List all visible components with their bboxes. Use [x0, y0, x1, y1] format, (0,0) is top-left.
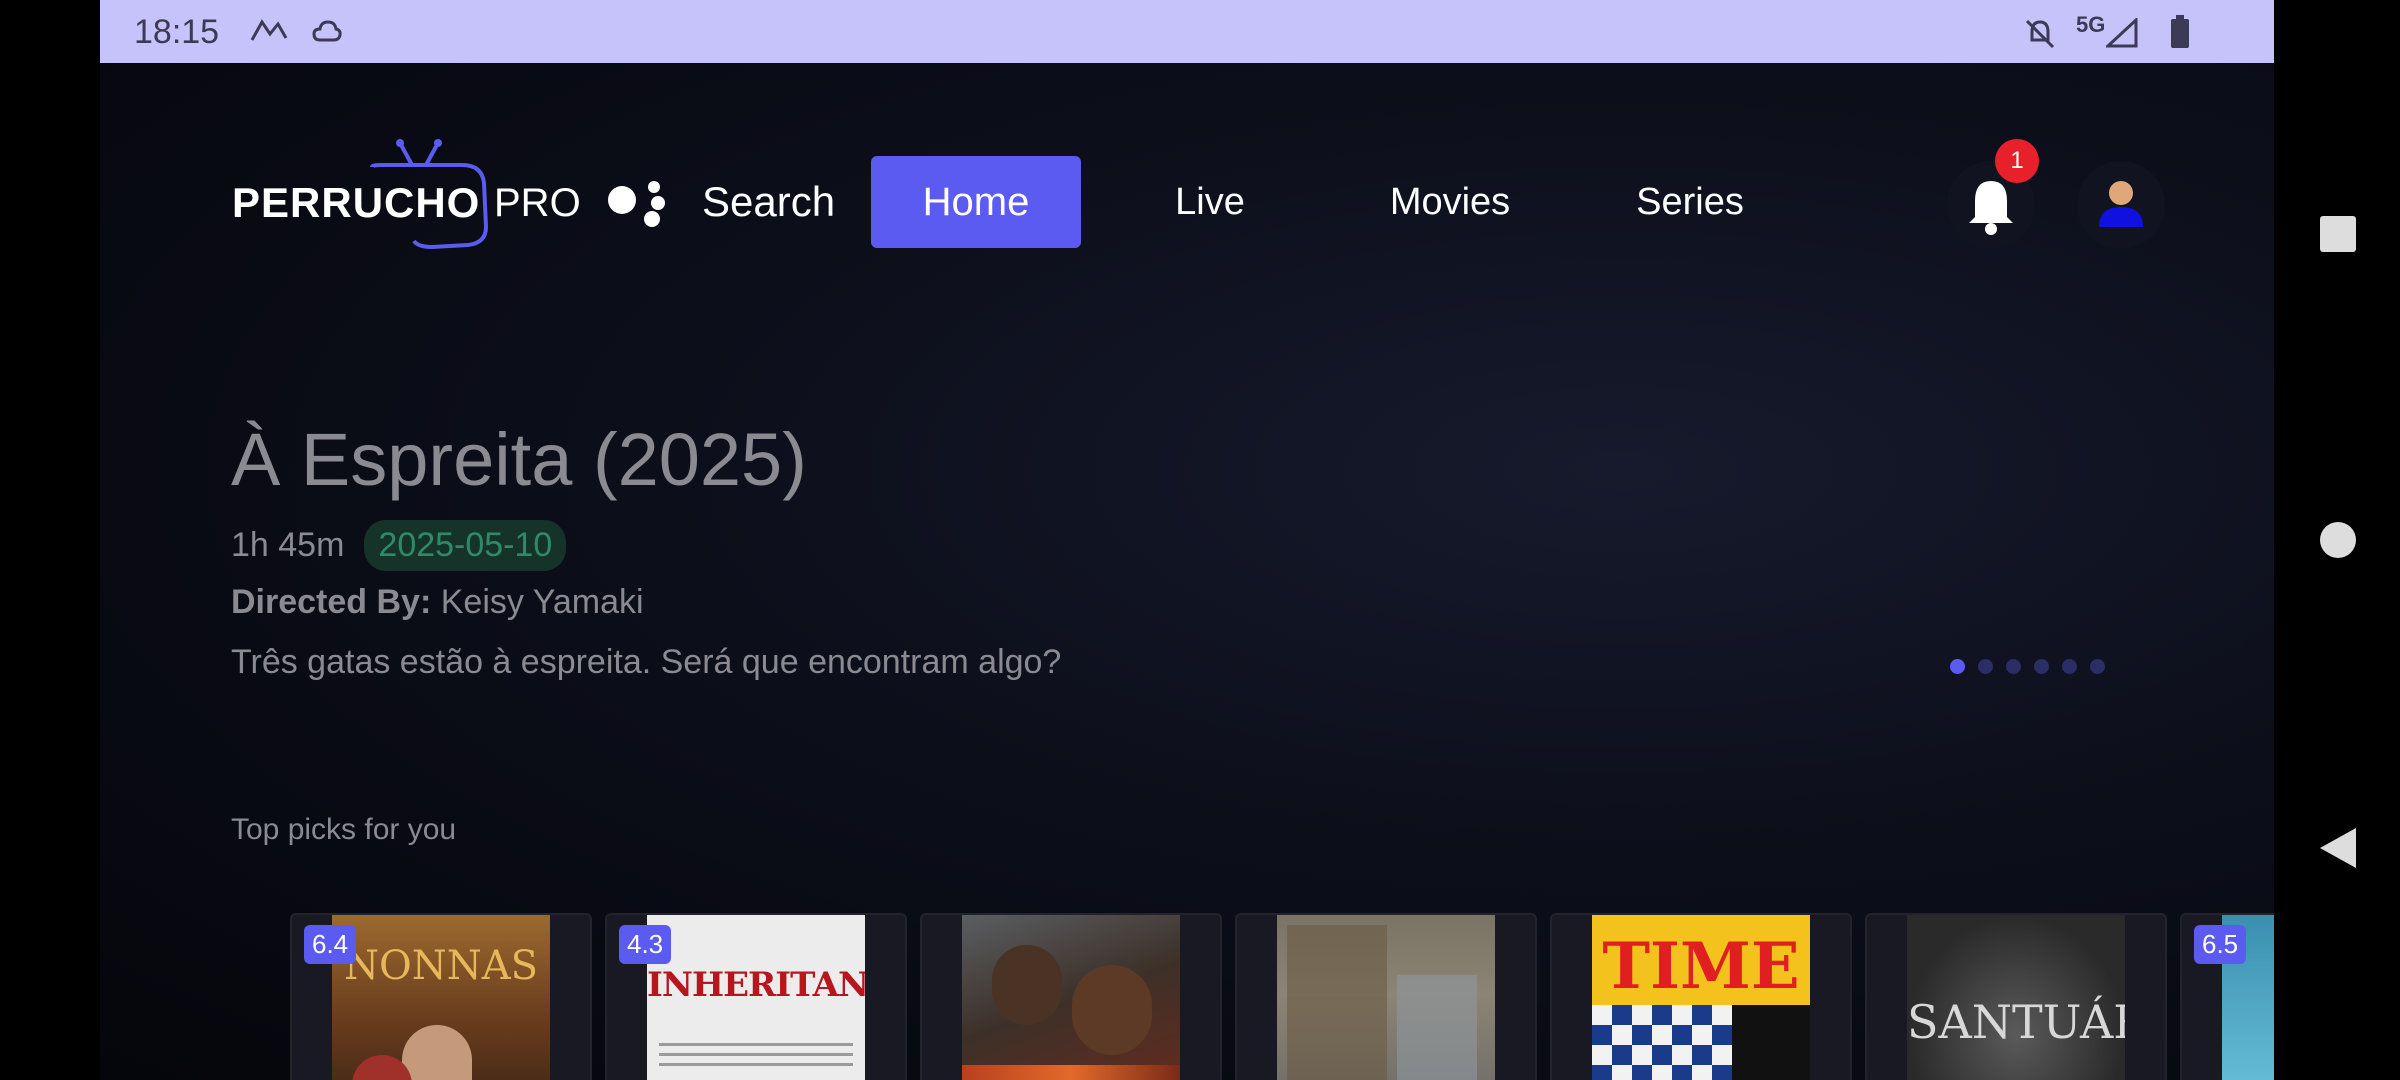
- system-navigation-bar: [2274, 0, 2400, 1080]
- movie-poster: SANTUÁRIO: [1907, 915, 2125, 1080]
- carousel-dot[interactable]: [2034, 659, 2049, 674]
- hero-description: Três gatas estão à espreita. Será que en…: [231, 643, 1062, 681]
- carousel-dot[interactable]: [2006, 659, 2021, 674]
- profile-button[interactable]: [2077, 161, 2165, 249]
- movie-card[interactable]: [920, 913, 1222, 1080]
- movie-card[interactable]: [1235, 913, 1537, 1080]
- network-type: 5G: [2076, 12, 2106, 37]
- cell-signal-icon: [2104, 16, 2138, 53]
- avatar: [2099, 181, 2143, 227]
- logo-word: PERRUCHO: [232, 179, 481, 226]
- movie-poster: NONNAS: [332, 915, 550, 1080]
- section-title: Top picks for you: [231, 813, 457, 846]
- rating-badge: 4.3: [619, 925, 672, 964]
- notification-badge: 1: [1995, 139, 2039, 183]
- movie-card[interactable]: 6.4 NONNAS: [290, 913, 592, 1080]
- search-label: Search: [702, 178, 836, 225]
- movie-card[interactable]: 6.5: [2180, 913, 2274, 1080]
- movie-card[interactable]: TIME: [1550, 913, 1852, 1080]
- carousel-dot[interactable]: [2090, 659, 2105, 674]
- search-button[interactable]: Search: [606, 156, 835, 248]
- director-name: Keisy Yamaki: [440, 583, 644, 621]
- poster-title: INHERITANCE: [647, 965, 865, 1005]
- signal-wave-icon: [250, 18, 288, 49]
- carousel-dot[interactable]: [2062, 659, 2077, 674]
- carousel-dot[interactable]: [1978, 659, 1993, 674]
- movie-poster: INHERITANCE: [647, 915, 865, 1080]
- app-logo[interactable]: PERRUCHO PRO: [232, 137, 582, 257]
- movie-poster: [962, 915, 1180, 1080]
- app-content: PERRUCHO PRO Search Home Live Movies Ser…: [100, 63, 2274, 1080]
- rating-badge: 6.5: [2194, 925, 2247, 964]
- battery-icon: [2170, 15, 2190, 54]
- cloud-icon: [312, 18, 342, 49]
- nav-home[interactable]: Home: [871, 156, 1081, 248]
- poster-title: SANTUÁRIO: [1907, 995, 2125, 1049]
- status-bar: 18:15 5G: [100, 0, 2274, 63]
- director-label: Directed By:: [231, 583, 432, 621]
- nav-movies[interactable]: Movies: [1370, 156, 1530, 248]
- google-assistant-icon: [608, 181, 665, 227]
- nav-series[interactable]: Series: [1610, 156, 1770, 248]
- hero-meta: 1h 45m 2025-05-10: [231, 520, 567, 571]
- status-time: 18:15: [134, 13, 220, 51]
- carousel-indicator: [1950, 659, 2105, 674]
- hero-duration: 1h 45m: [231, 526, 345, 564]
- hero-title: À Espreita (2025): [231, 418, 807, 501]
- movie-poster: [1277, 915, 1495, 1080]
- nav-live[interactable]: Live: [1140, 156, 1280, 248]
- release-date-badge: 2025-05-10: [364, 520, 567, 571]
- bell-off-icon: [2024, 18, 2056, 55]
- poster-title: TIME: [1602, 929, 1800, 1004]
- logo-suffix: PRO: [494, 181, 581, 225]
- back-button[interactable]: [2318, 826, 2358, 875]
- rating-badge: 6.4: [304, 925, 357, 964]
- movie-poster: TIME: [1592, 915, 1810, 1080]
- recent-apps-button[interactable]: [2318, 214, 2358, 259]
- hero-director: Directed By: Keisy Yamaki: [231, 583, 644, 622]
- carousel-dot[interactable]: [1950, 659, 1965, 674]
- poster-title: NONNAS: [343, 943, 539, 989]
- home-button[interactable]: [2318, 520, 2358, 565]
- movie-card[interactable]: SANTUÁRIO: [1865, 913, 2167, 1080]
- movie-card[interactable]: 4.3 INHERITANCE: [605, 913, 907, 1080]
